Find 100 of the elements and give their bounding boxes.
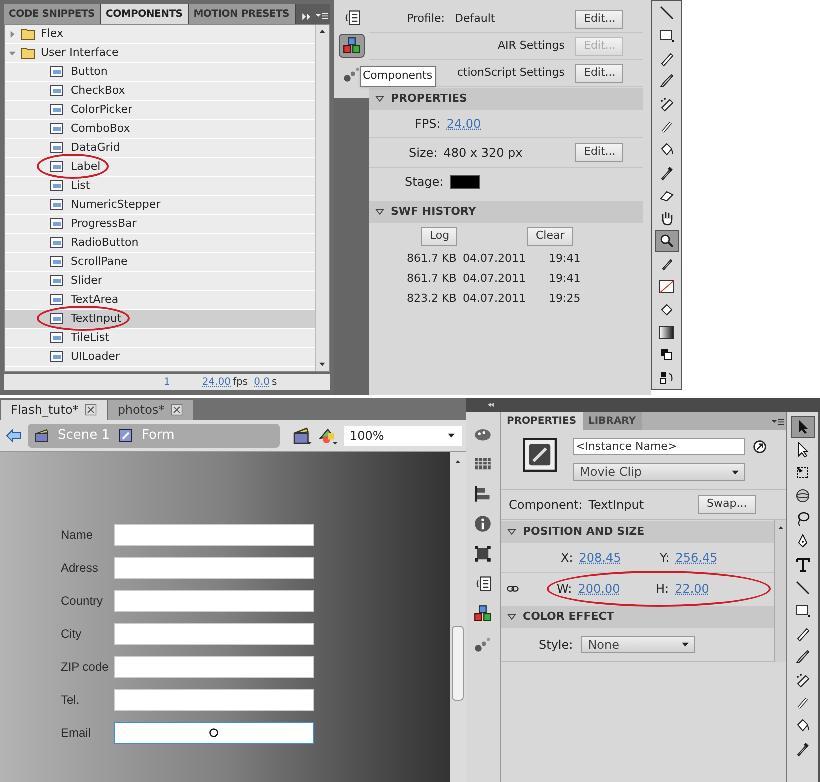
scroll-down-icon[interactable] — [318, 360, 327, 369]
component-item[interactable]: DataGrid — [5, 139, 315, 158]
component-item[interactable]: ColorPicker — [5, 101, 315, 120]
text-input[interactable] — [114, 524, 314, 546]
swap-button[interactable]: Swap... — [698, 495, 756, 514]
tree-item[interactable]: User Interface — [5, 44, 315, 63]
field-label: X: — [561, 550, 574, 566]
numeric-value[interactable]: 200.00 — [578, 580, 620, 598]
text-input[interactable] — [114, 689, 314, 711]
numeric-value[interactable]: 22.00 — [675, 580, 710, 598]
scroll-up-icon[interactable] — [318, 27, 327, 36]
scroll-thumb[interactable] — [452, 626, 464, 701]
history-date: 04.07.2011 — [463, 270, 527, 287]
elapsed-time-value[interactable]: 0.0 — [254, 374, 270, 390]
arrow-pointer-icon[interactable] — [790, 416, 814, 438]
section-title: POSITION AND SIZE — [523, 524, 645, 540]
component-label: ProgressBar — [71, 216, 137, 230]
component-item[interactable]: NumericStepper — [5, 196, 315, 215]
zoom-dropdown[interactable]: 100% — [344, 426, 462, 446]
edit-button[interactable]: Edit... — [575, 143, 623, 162]
form-label: Adress — [61, 560, 100, 577]
text-input[interactable] — [114, 590, 314, 612]
collapse-icon[interactable] — [375, 207, 385, 217]
link-chain-icon[interactable] — [505, 583, 521, 595]
frame-number: 1 — [164, 376, 170, 390]
numeric-value[interactable]: 256.45 — [676, 548, 718, 566]
panel-tab[interactable]: CODE SNIPPETS — [4, 4, 102, 24]
scrollbar[interactable] — [315, 25, 329, 371]
component-item[interactable]: TileList — [5, 329, 315, 348]
document-tab[interactable]: photos* — [108, 400, 193, 420]
scroll-up-icon[interactable] — [454, 458, 462, 466]
component-label: TextArea — [71, 292, 119, 306]
collapse-arrows-icon[interactable] — [486, 401, 496, 409]
collapse-icon[interactable] — [375, 94, 385, 104]
component-item[interactable]: UILoader — [5, 348, 315, 367]
component-icon — [49, 311, 65, 327]
close-icon[interactable] — [84, 404, 97, 416]
component-label: NumericStepper — [71, 198, 161, 211]
expand-icon[interactable] — [8, 30, 17, 38]
collapse-icon[interactable] — [507, 527, 517, 537]
component-label: List — [71, 178, 90, 192]
movie-clip-icon — [523, 438, 557, 472]
panel-tab[interactable]: PROPERTIES — [501, 412, 583, 430]
frame-rate-value[interactable]: 24.00 — [202, 374, 232, 390]
symbol-icon — [118, 428, 134, 444]
symbol-type-dropdown[interactable]: Movie Clip — [573, 463, 745, 481]
numeric-value[interactable]: 208.45 — [579, 548, 622, 566]
instance-name-field[interactable]: <Instance Name> — [573, 438, 745, 455]
component-item[interactable]: List — [5, 177, 315, 196]
frame-rate-value[interactable]: 24.00 — [446, 114, 482, 132]
file-size: 861.7 KB — [407, 270, 458, 287]
edit-scene-icon[interactable] — [292, 426, 312, 446]
history-button[interactable]: Log — [421, 226, 457, 246]
panel-tab[interactable]: COMPONENTS — [101, 4, 189, 24]
tooltip: Components — [360, 66, 436, 86]
component-item[interactable]: ProgressBar — [5, 215, 315, 234]
panel-tab[interactable]: LIBRARY — [582, 412, 642, 430]
edit-button[interactable]: Edit... — [575, 64, 623, 82]
cubes-icon[interactable] — [338, 34, 364, 58]
history-date: 04.07.2011 — [463, 290, 527, 307]
component-label: DataGrid — [71, 140, 120, 154]
component-label: CheckBox — [71, 84, 126, 97]
history-button[interactable]: Clear — [527, 226, 573, 246]
document-tab[interactable]: Flash_tuto* — [1, 400, 107, 420]
style-dropdown[interactable]: None — [581, 636, 696, 653]
scrollbar[interactable] — [450, 452, 466, 782]
component-item[interactable]: Button — [5, 63, 315, 82]
stage-color-swatch[interactable] — [450, 175, 480, 189]
form-label: Email — [61, 725, 92, 742]
back-arrow-icon[interactable] — [6, 428, 22, 444]
text-input[interactable] — [114, 656, 314, 678]
component-icon — [49, 121, 65, 137]
text-input[interactable] — [114, 623, 314, 645]
tree-item[interactable]: Flex — [5, 25, 315, 44]
component-name: TextInput — [588, 496, 646, 514]
component-item[interactable]: Label — [5, 158, 315, 177]
panel-tab[interactable]: MOTION PRESETS — [188, 4, 296, 24]
field-label: Size: — [409, 144, 438, 162]
text-input[interactable] — [114, 557, 314, 579]
section-title: PROPERTIES — [391, 90, 468, 107]
field-label: H: — [656, 581, 670, 598]
component-item[interactable]: Slider — [5, 272, 315, 291]
scroll-up-icon[interactable] — [776, 524, 784, 532]
edit-button[interactable]: Edit... — [575, 10, 623, 28]
text-input[interactable] — [114, 722, 314, 744]
zoom-icon[interactable] — [654, 230, 678, 252]
component-item[interactable]: ComboBox — [5, 120, 315, 139]
collapse-icon[interactable] — [507, 612, 517, 622]
close-icon[interactable] — [170, 404, 183, 416]
scrollbar[interactable] — [774, 520, 786, 662]
dropdown-caret-icon[interactable] — [447, 431, 456, 440]
component-item[interactable]: RadioButton — [5, 234, 315, 253]
component-icon — [49, 349, 65, 365]
component-icon — [49, 83, 65, 99]
field-label: Stage: — [405, 174, 444, 191]
history-time: 19:41 — [549, 270, 581, 287]
file-size: 823.2 KB — [407, 290, 458, 307]
dropdown-caret-icon[interactable] — [681, 640, 690, 649]
component-item[interactable]: ScrollPane — [5, 253, 315, 272]
component-item[interactable]: CheckBox — [5, 82, 315, 101]
